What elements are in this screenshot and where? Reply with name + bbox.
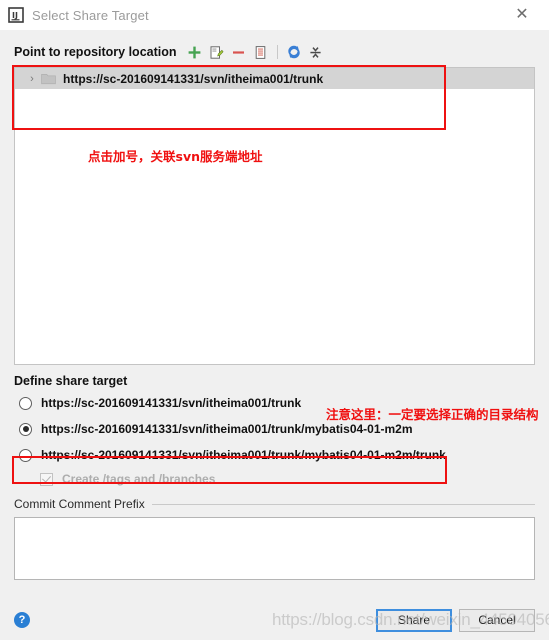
svg-text:IJ: IJ: [12, 11, 18, 20]
repository-toolbar: [184, 42, 327, 62]
close-glyph: ✕: [515, 6, 529, 23]
repository-tree-panel[interactable]: › https://sc-201609141331/svn/itheima001…: [14, 67, 535, 365]
collapse-all-icon[interactable]: [305, 42, 327, 62]
commit-comment-group: Commit Comment Prefix: [14, 496, 535, 580]
window-titlebar: IJ Select Share Target ✕: [0, 0, 549, 30]
cancel-button[interactable]: Cancel: [459, 608, 535, 632]
remove-icon[interactable]: [228, 42, 250, 62]
folder-icon: [41, 73, 56, 84]
help-icon[interactable]: ?: [14, 612, 30, 628]
annotation-text-directory: 注意这里：一定要选择正确的目录结构: [326, 407, 539, 422]
tree-row[interactable]: › https://sc-201609141331/svn/itheima001…: [15, 68, 534, 89]
share-target-section-label: Define share target: [14, 374, 128, 388]
radio-icon[interactable]: [19, 396, 32, 410]
close-icon[interactable]: ✕: [505, 0, 539, 30]
radio-icon-selected[interactable]: [19, 422, 32, 436]
repository-header: Point to repository location: [14, 30, 535, 64]
annotation-text-plus: 点击加号，关联svn服务端地址: [88, 149, 263, 164]
commit-comment-input[interactable]: [14, 517, 535, 580]
help-glyph: ?: [18, 614, 26, 626]
details-icon[interactable]: [250, 42, 272, 62]
share-target-option-label: https://sc-201609141331/svn/itheima001/t…: [41, 396, 302, 410]
tree-item-label: https://sc-201609141331/svn/itheima001/t…: [63, 71, 324, 86]
group-divider: [151, 503, 535, 505]
share-target-option-2[interactable]: https://sc-201609141331/svn/itheima001/t…: [14, 442, 535, 468]
radio-icon[interactable]: [19, 448, 32, 462]
toolbar-separator: [276, 45, 278, 59]
share-button-label: Share: [397, 613, 431, 627]
intellij-idea-icon: IJ: [8, 7, 24, 23]
create-tags-branches-checkbox: Create /tags and /branches: [14, 468, 535, 490]
commit-comment-group-header: Commit Comment Prefix: [14, 496, 535, 512]
checkbox-checked-icon: [40, 472, 53, 486]
checkbox-label: Create /tags and /branches: [62, 472, 216, 486]
add-icon[interactable]: [184, 42, 206, 62]
commit-comment-group-label: Commit Comment Prefix: [14, 497, 145, 511]
refresh-icon[interactable]: [283, 42, 305, 62]
dialog-footer: ? Share Cancel: [0, 600, 549, 640]
dialog-body: Point to repository location › https://s…: [0, 30, 549, 640]
share-target-option-label: https://sc-201609141331/svn/itheima001/t…: [41, 422, 413, 436]
share-button[interactable]: Share: [376, 608, 452, 632]
repository-section-label: Point to repository location: [14, 45, 177, 59]
cancel-button-label: Cancel: [478, 613, 516, 627]
edit-icon[interactable]: [206, 42, 228, 62]
window-title: Select Share Target: [32, 7, 149, 23]
share-target-option-label: https://sc-201609141331/svn/itheima001/t…: [41, 448, 446, 462]
chevron-right-icon[interactable]: ›: [25, 73, 39, 85]
